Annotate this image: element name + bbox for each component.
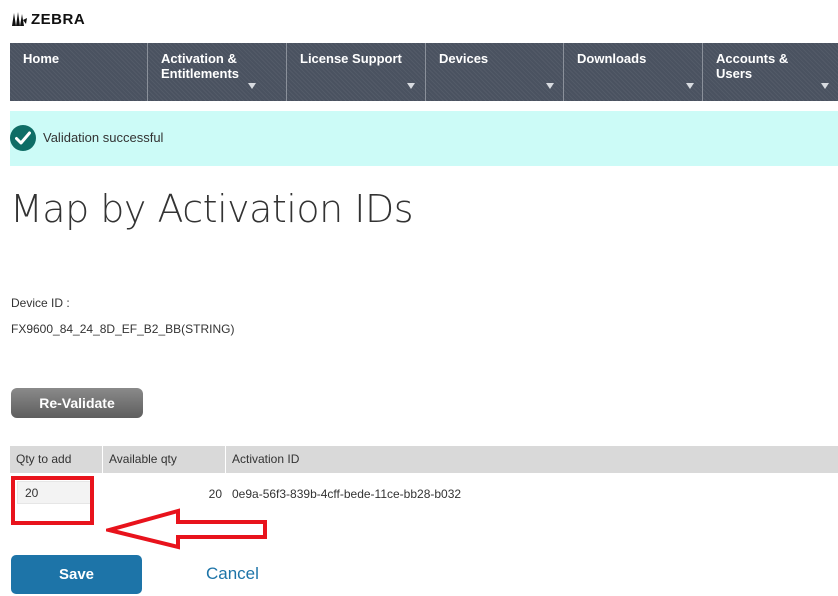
column-header-qty-to-add: Qty to add bbox=[10, 446, 103, 473]
nav-item-label: Activation & Entitlements bbox=[161, 51, 240, 81]
nav-item-label: Downloads bbox=[577, 51, 647, 66]
nav-item-downloads[interactable]: Downloads bbox=[564, 43, 703, 101]
nav-item-label: Accounts & Users bbox=[716, 51, 789, 81]
nav-item-home[interactable]: Home bbox=[10, 43, 148, 101]
device-id-label: Device ID : bbox=[11, 296, 70, 310]
chevron-down-icon bbox=[821, 83, 829, 89]
nav-item-devices[interactable]: Devices bbox=[426, 43, 564, 101]
validation-alert: Validation successful bbox=[10, 111, 838, 166]
main-nav: Home Activation & Entitlements License S… bbox=[10, 43, 838, 101]
brand-name: ZEBRA bbox=[31, 10, 86, 28]
chevron-down-icon bbox=[546, 83, 554, 89]
alert-message: Validation successful bbox=[43, 130, 164, 145]
nav-item-label: Home bbox=[23, 51, 60, 66]
save-button[interactable]: Save bbox=[11, 555, 142, 594]
device-id-value: FX9600_84_24_8D_EF_B2_BB(STRING) bbox=[11, 322, 235, 336]
table-header: Qty to add Available qty Activation ID bbox=[10, 446, 838, 473]
chevron-down-icon bbox=[248, 83, 256, 89]
chevron-down-icon bbox=[686, 83, 694, 89]
qty-to-add-input[interactable] bbox=[17, 481, 91, 504]
zebra-head-icon bbox=[12, 12, 27, 26]
nav-item-activation-entitlements[interactable]: Activation & Entitlements bbox=[148, 43, 287, 101]
nav-item-label: Devices bbox=[439, 51, 489, 66]
page-title: Map by Activation IDs bbox=[10, 187, 414, 231]
column-header-available-qty: Available qty bbox=[103, 446, 226, 473]
red-arrow-annotation bbox=[106, 508, 267, 550]
column-header-activation-id: Activation ID bbox=[232, 452, 300, 466]
available-qty-cell: 20 bbox=[208, 487, 222, 501]
cancel-link[interactable]: Cancel bbox=[206, 564, 259, 584]
check-circle-icon bbox=[10, 125, 36, 151]
nav-item-license-support[interactable]: License Support bbox=[287, 43, 426, 101]
nav-item-label: License Support bbox=[300, 51, 402, 66]
nav-item-accounts-users[interactable]: Accounts & Users bbox=[703, 43, 838, 101]
zebra-logo: ZEBRA bbox=[10, 8, 85, 30]
activation-id-cell: 0e9a-56f3-839b-4cff-bede-11ce-bb28-b032 bbox=[232, 487, 462, 501]
chevron-down-icon bbox=[407, 83, 415, 89]
revalidate-button[interactable]: Re-Validate bbox=[11, 388, 143, 418]
